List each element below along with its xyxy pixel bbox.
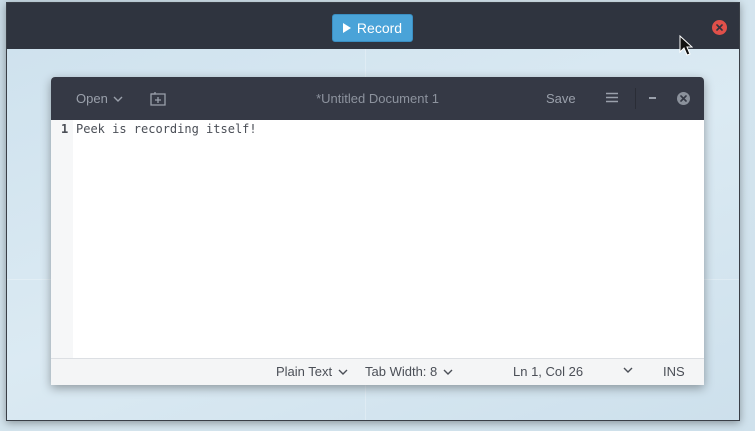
status-bar: Plain Text Tab Width: 8 Ln 1, Col 26 INS xyxy=(51,358,704,385)
text-editor-window: Open *Untitled Document 1 Save 1 Peek is… xyxy=(51,77,704,385)
save-button[interactable]: Save xyxy=(546,91,576,106)
play-icon xyxy=(342,23,351,33)
tab-width-label: Tab Width: 8 xyxy=(365,364,438,379)
minimize-icon[interactable] xyxy=(649,97,656,99)
hamburger-menu-icon[interactable] xyxy=(606,92,618,103)
editor-line[interactable]: Peek is recording itself! xyxy=(76,122,257,136)
header-separator xyxy=(635,88,636,109)
close-editor-button[interactable] xyxy=(677,92,690,105)
peek-header-bar: Record xyxy=(7,3,739,49)
insert-mode-label: INS xyxy=(663,364,685,379)
editor-header-bar: Open *Untitled Document 1 Save xyxy=(51,77,704,120)
chevron-down-icon xyxy=(623,367,633,373)
close-icon xyxy=(680,95,687,102)
line-number-gutter: 1 xyxy=(51,120,73,358)
cursor-position-label: Ln 1, Col 26 xyxy=(513,364,584,379)
line-number: 1 xyxy=(61,122,69,136)
language-label: Plain Text xyxy=(276,364,333,379)
position-dropdown[interactable] xyxy=(623,367,633,373)
chevron-down-icon xyxy=(338,369,348,375)
record-label: Record xyxy=(356,20,403,36)
chevron-down-icon xyxy=(443,369,453,375)
tab-width-selector[interactable]: Tab Width: 8 xyxy=(365,364,453,379)
mouse-cursor-icon xyxy=(679,35,693,56)
cursor-position[interactable]: Ln 1, Col 26 xyxy=(513,364,583,379)
close-icon xyxy=(716,24,723,31)
close-window-button[interactable] xyxy=(712,20,727,35)
insert-mode-indicator[interactable]: INS xyxy=(663,364,685,379)
language-selector[interactable]: Plain Text xyxy=(276,364,348,379)
text-editor-area[interactable]: 1 Peek is recording itself! xyxy=(51,120,704,358)
record-button[interactable]: Record xyxy=(332,14,413,42)
